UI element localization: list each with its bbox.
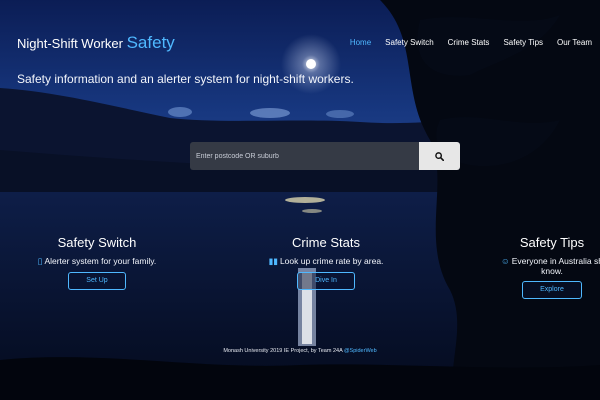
explore-button[interactable]: Explore [522,281,582,299]
search-button[interactable] [419,142,460,170]
phone-icon: ▯ [37,256,43,266]
nav-item-crime-stats[interactable]: Crime Stats [448,38,490,47]
night-lake-background [0,0,600,400]
search-input[interactable] [190,142,419,170]
feature-title: Safety Tips [519,235,585,250]
bar-chart-icon: ▮▮ [268,256,278,266]
feature-description-text: Look up crime rate by area. [279,256,384,266]
feature-description: ☺ Everyone in Australia sh know. [476,256,600,276]
footer-link[interactable]: @SpiderWeb [344,348,377,354]
search-bar [190,142,460,170]
dive-in-button[interactable]: Dive In [297,272,355,290]
feature-description: ▯ Alerter system for your family. [37,256,157,267]
feature-description-text: Alerter system for your family. [44,256,157,266]
feature-title: Safety Switch [57,235,137,250]
brand-prefix: Night-Shift Worker [17,36,123,51]
feature-description-text: Everyone in Australia sh [511,256,600,266]
set-up-button[interactable]: Set Up [68,272,126,290]
search-icon [435,151,444,161]
feature-crime-stats: Crime Stats ▮▮ Look up crime rate by area… [256,235,396,290]
feature-description-text-line2: know. [541,266,563,276]
nav-item-home[interactable]: Home [350,38,371,47]
smile-icon: ☺ [501,256,510,266]
nav-item-safety-tips[interactable]: Safety Tips [503,38,543,47]
feature-title: Crime Stats [292,235,360,250]
footer: Monash University 2019 IE Project, by Te… [0,348,600,354]
footer-text: Monash University 2019 IE Project, by Te… [223,348,344,354]
nav-item-our-team[interactable]: Our Team [557,38,592,47]
top-nav: Home Safety Switch Crime Stats Safety Ti… [350,38,592,47]
feature-safety-switch: Safety Switch ▯ Alerter system for your f… [37,235,157,290]
brand-accent: Safety [126,33,175,52]
feature-description: ▮▮ Look up crime rate by area. [256,256,396,267]
feature-safety-tips: Safety Tips ☺ Everyone in Australia sh kn… [476,235,600,299]
hero-tagline: Safety information and an alerter system… [17,72,354,86]
site-brand[interactable]: Night-Shift Worker Safety [17,33,175,53]
nav-item-safety-switch[interactable]: Safety Switch [385,38,433,47]
